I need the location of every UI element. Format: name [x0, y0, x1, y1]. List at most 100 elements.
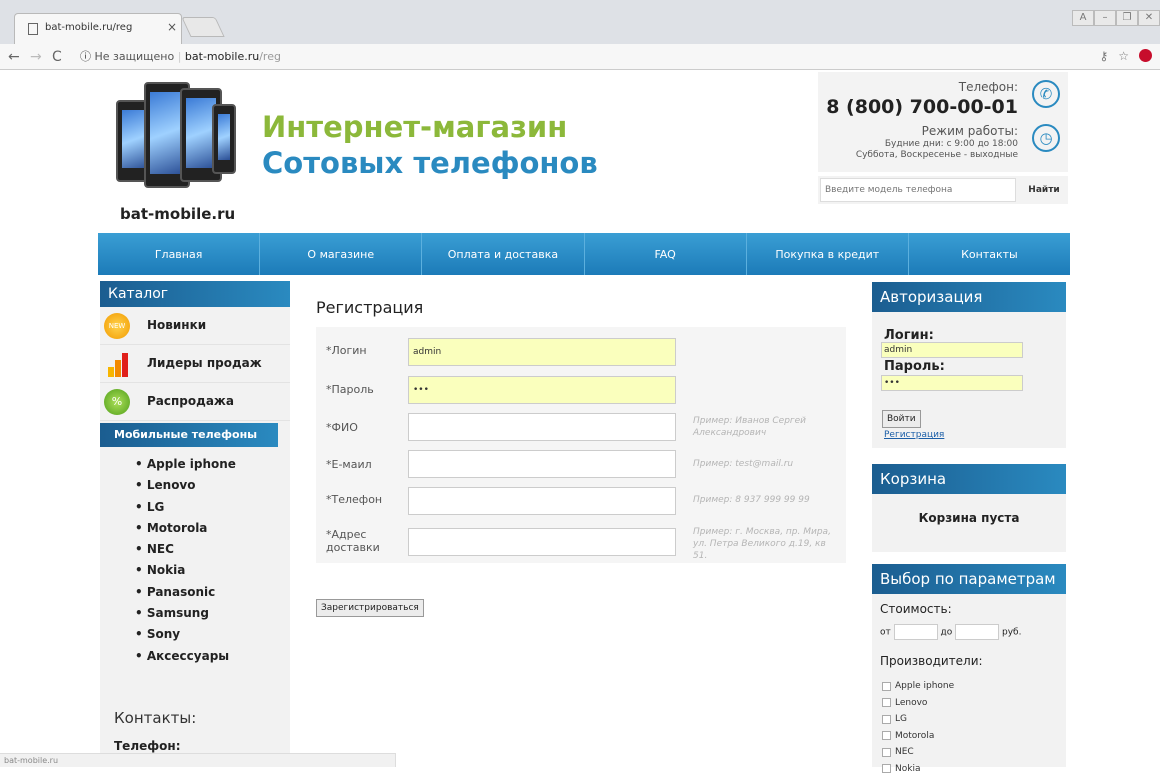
user-icon[interactable]: A — [1072, 10, 1094, 26]
tab-title: bat-mobile.ru/reg — [45, 22, 132, 33]
url-field[interactable]: ⓘ Не защищено | bat-mobile.ru/reg — [80, 47, 1080, 67]
checkbox[interactable] — [882, 731, 891, 740]
email-field[interactable] — [408, 450, 676, 478]
checkbox[interactable] — [882, 698, 891, 707]
url-path: /reg — [259, 50, 281, 63]
hours-label: Режим работы: — [922, 124, 1018, 138]
manufacturer-checkbox[interactable]: Motorola — [882, 728, 954, 745]
email-label: *E-маил — [326, 458, 372, 471]
window-controls: A – ❐ ✕ — [1072, 10, 1160, 26]
checkbox[interactable] — [882, 682, 891, 691]
contact-info-box: Телефон: 8 (800) 700-00-01 Режим работы:… — [818, 72, 1068, 172]
minimize-icon[interactable]: – — [1094, 10, 1116, 26]
back-icon[interactable]: ← — [8, 49, 20, 65]
brand-link[interactable]: • Samsung — [135, 606, 290, 627]
auth-password-label: Пароль: — [884, 359, 945, 374]
restore-icon[interactable]: ❐ — [1116, 10, 1138, 26]
price-range: от до руб. — [880, 624, 1021, 640]
catalog-item-bestsellers[interactable]: Лидеры продаж — [100, 345, 290, 383]
brand-link[interactable]: • Аксессуары — [135, 649, 290, 670]
brand-link[interactable]: • NEC — [135, 542, 290, 563]
catalog-item-mobile-phones[interactable]: Мобильные телефоны — [100, 423, 278, 447]
manufacturer-list: Apple iphone Lenovo LG Motorola NEC Noki… — [882, 678, 954, 777]
auth-heading: Авторизация — [872, 282, 1066, 312]
login-button[interactable]: Войти — [882, 410, 921, 428]
brand-link[interactable]: • Panasonic — [135, 585, 290, 606]
phone-field[interactable] — [408, 487, 676, 515]
price-to-label: до — [941, 628, 953, 638]
register-link[interactable]: Регистрация — [884, 430, 944, 440]
forward-icon[interactable]: → — [30, 49, 42, 65]
brand-link[interactable]: • Motorola — [135, 521, 290, 542]
cart-empty-text: Корзина пуста — [872, 511, 1066, 525]
nav-home[interactable]: Главная — [98, 233, 260, 275]
star-icon[interactable]: ☆ — [1118, 49, 1129, 63]
brand-link[interactable]: • Nokia — [135, 563, 290, 584]
register-button[interactable]: Зарегистрироваться — [316, 599, 424, 617]
brand-link[interactable]: • Lenovo — [135, 478, 290, 499]
browser-tab-bar: bat-mobile.ru/reg × A – ❐ ✕ — [0, 0, 1160, 44]
nav-credit[interactable]: Покупка в кредит — [747, 233, 909, 275]
site-name[interactable]: bat-mobile.ru — [120, 205, 235, 223]
email-hint: Пример: test@mail.ru — [693, 458, 833, 470]
search-button[interactable]: Найти — [1022, 178, 1066, 202]
manufacturer-checkbox[interactable]: Nokia — [882, 761, 954, 777]
auth-login-label: Логин: — [884, 328, 934, 343]
address-field[interactable] — [408, 528, 676, 556]
price-from-input[interactable] — [894, 624, 938, 640]
page-title: Регистрация — [316, 298, 423, 317]
phone-label: Телефон: — [959, 80, 1018, 94]
brand-link[interactable]: • LG — [135, 500, 290, 521]
shop-title-line2: Сотовых телефонов — [262, 146, 598, 180]
main-nav: Главная О магазине Оплата и доставка FAQ… — [98, 233, 1070, 275]
catalog-item-label: Распродажа — [147, 394, 234, 408]
phone-icon: ✆ — [1032, 80, 1060, 108]
brand-link[interactable]: • Sony — [135, 627, 290, 648]
filter-panel: Стоимость: от до руб. Производители: App… — [872, 594, 1066, 767]
browser-tab[interactable]: bat-mobile.ru/reg × — [14, 13, 182, 44]
adblock-icon[interactable] — [1139, 49, 1152, 62]
new-tab-button[interactable] — [181, 17, 224, 37]
phone-label-field: *Телефон — [326, 493, 382, 506]
password-field[interactable] — [408, 376, 676, 404]
info-icon[interactable]: ⓘ — [80, 50, 91, 63]
reload-icon[interactable]: C — [52, 49, 62, 65]
close-tab-icon[interactable]: × — [167, 20, 177, 34]
auth-panel: Логин: Пароль: Войти Регистрация — [872, 312, 1066, 448]
cart-panel: Корзина пуста — [872, 494, 1066, 552]
login-field[interactable] — [408, 338, 676, 366]
fullname-label: *ФИО — [326, 421, 358, 434]
manufacturer-checkbox[interactable]: NEC — [882, 744, 954, 761]
nav-about[interactable]: О магазине — [260, 233, 422, 275]
nav-payment-delivery[interactable]: Оплата и доставка — [422, 233, 584, 275]
search-box: Найти — [818, 176, 1068, 204]
phones-logo-image[interactable] — [112, 78, 242, 198]
status-bar-url: bat-mobile.ru — [0, 753, 396, 767]
login-label: *Логин — [326, 344, 367, 357]
catalog-item-sale[interactable]: % Распродажа — [100, 383, 290, 421]
nav-faq[interactable]: FAQ — [585, 233, 747, 275]
nav-contacts[interactable]: Контакты — [909, 233, 1070, 275]
checkbox[interactable] — [882, 764, 891, 773]
contacts-phone-label: Телефон: — [114, 739, 181, 753]
fullname-field[interactable] — [408, 413, 676, 441]
checkbox[interactable] — [882, 715, 891, 724]
security-label: Не защищено — [95, 50, 175, 63]
price-to-input[interactable] — [955, 624, 999, 640]
checkbox[interactable] — [882, 748, 891, 757]
manufacturer-checkbox[interactable]: Lenovo — [882, 695, 954, 712]
catalog-item-new[interactable]: NEW Новинки — [100, 307, 290, 345]
manufacturer-checkbox[interactable]: LG — [882, 711, 954, 728]
registration-form: *Логин *Пароль *ФИО Пример: Иванов Серге… — [316, 327, 846, 563]
brand-link[interactable]: • Apple iphone — [135, 457, 290, 478]
page-icon — [28, 23, 38, 35]
currency-label: руб. — [1002, 628, 1021, 638]
auth-password-field[interactable] — [881, 375, 1023, 391]
auth-login-field[interactable] — [881, 342, 1023, 358]
key-icon[interactable]: ⚷ — [1099, 49, 1108, 63]
filter-heading: Выбор по параметрам — [872, 564, 1066, 594]
manufacturer-checkbox[interactable]: Apple iphone — [882, 678, 954, 695]
search-input[interactable] — [820, 178, 1016, 202]
close-window-icon[interactable]: ✕ — [1138, 10, 1160, 26]
address-label: *Адрес доставки — [326, 528, 396, 554]
